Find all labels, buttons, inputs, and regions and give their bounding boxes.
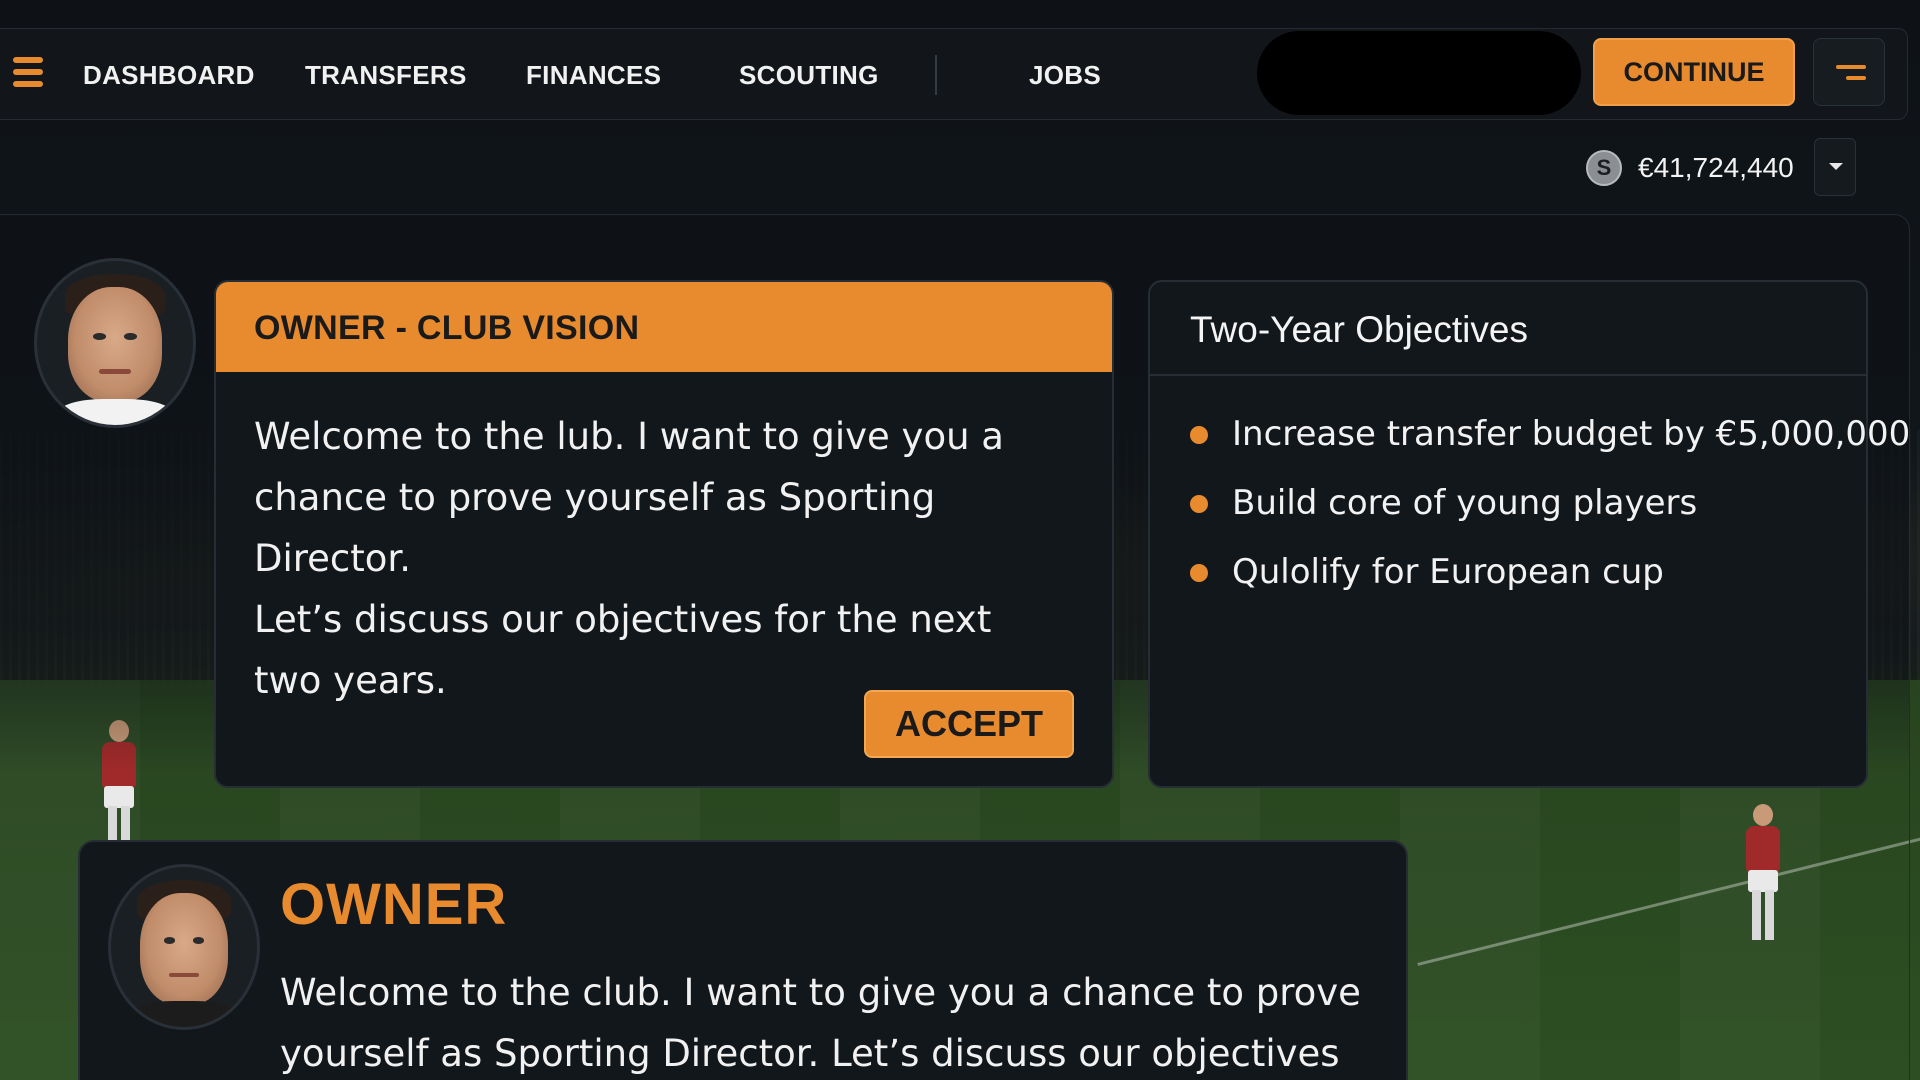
accept-button[interactable]: ACCEPT xyxy=(864,690,1074,758)
budget-amount: €41,724,440 xyxy=(1638,152,1794,183)
objective-text: Increase transfer budget by €5,000,000 xyxy=(1232,414,1911,454)
nav-divider xyxy=(935,55,937,95)
coin-icon: S xyxy=(1586,150,1622,186)
club-vision-message: Welcome to the lub. I want to give you a… xyxy=(254,415,1004,702)
club-vision-header: OWNER - CLUB VISION xyxy=(216,282,1112,372)
objectives-divider xyxy=(1150,374,1866,376)
nav-transfers[interactable]: TRANSFERS xyxy=(305,57,467,93)
bullet-icon xyxy=(1190,564,1208,582)
objectives-card: Two-Year Objectives Increase transfer bu… xyxy=(1148,280,1910,788)
objective-text: Build core of young players xyxy=(1232,483,1698,523)
nav-finances[interactable]: FINANCES xyxy=(526,57,661,93)
owner-avatar xyxy=(108,864,260,1030)
nav-dashboard[interactable]: DASHBOARD xyxy=(83,57,255,93)
nav-jobs[interactable]: JOBS xyxy=(1029,57,1101,93)
objective-item: Build core of young players xyxy=(1190,481,1860,550)
objective-item: Qulolify for European cup xyxy=(1190,550,1860,619)
game-screen: DASHBOARD TRANSFERS FINANCES SCOUTING JO… xyxy=(0,0,1920,1080)
menu-lines-icon[interactable] xyxy=(1813,38,1885,106)
continue-button[interactable]: CONTINUE xyxy=(1593,38,1795,106)
owner-message: Welcome to the club. I want to give you … xyxy=(280,971,1361,1075)
nav-scouting[interactable]: SCOUTING xyxy=(739,57,879,93)
owner-message-card: OWNER Welcome to the club. I want to giv… xyxy=(78,840,1408,1080)
club-vision-card: OWNER - CLUB VISION Welcome to the lub. … xyxy=(214,280,1114,788)
bullet-icon xyxy=(1190,426,1208,444)
hamburger-icon[interactable] xyxy=(13,57,43,87)
owner-name: OWNER xyxy=(280,872,508,937)
club-vision-title: OWNER - CLUB VISION xyxy=(254,309,640,347)
balance-dropdown-button[interactable] xyxy=(1814,138,1856,196)
objectives-list: Increase transfer budget by €5,000,000 B… xyxy=(1190,412,1910,619)
bullet-icon xyxy=(1190,495,1208,513)
top-navigation-bar: DASHBOARD TRANSFERS FINANCES SCOUTING JO… xyxy=(0,28,1908,120)
redacted-area xyxy=(1257,31,1581,115)
objectives-title: Two-Year Objectives xyxy=(1190,309,1528,350)
owner-avatar xyxy=(34,258,196,428)
objective-item: Increase transfer budget by €5,000,000 xyxy=(1190,412,1910,481)
objective-text: Qulolify for European cup xyxy=(1232,552,1664,592)
